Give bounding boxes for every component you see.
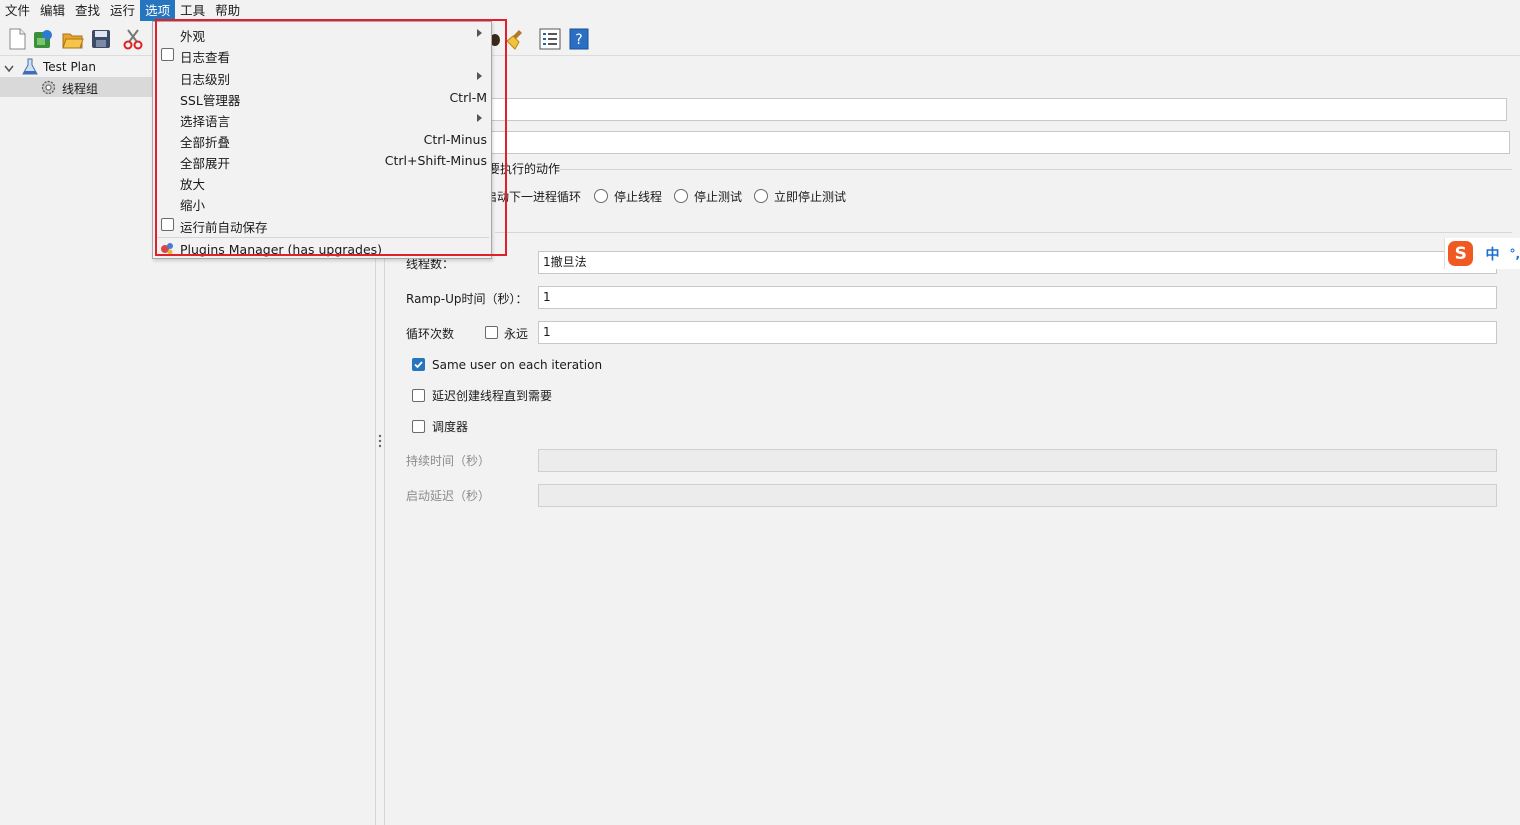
menu-options[interactable]: 选项 xyxy=(140,0,176,21)
menu-item-ssl-manager[interactable]: SSL管理器 Ctrl-M xyxy=(153,87,491,108)
save-icon[interactable] xyxy=(89,27,113,51)
menu-item-collapse-all[interactable]: 全部折叠 Ctrl-Minus xyxy=(153,129,491,150)
ime-punct-label[interactable]: °, xyxy=(1509,247,1520,261)
menu-item-log-level[interactable]: 日志级别 xyxy=(153,66,491,87)
save-before-run-checkbox[interactable] xyxy=(161,218,174,231)
options-dropdown-menu: 外观 日志查看 日志级别 SSL管理器 Ctrl-M 选择语言 全部折叠 Ctr… xyxy=(152,21,492,259)
broom-icon[interactable] xyxy=(505,27,529,51)
sogou-logo-icon[interactable]: S xyxy=(1448,241,1474,266)
radio-stop-thread-label[interactable]: 停止线程 xyxy=(614,189,662,205)
same-user-checkbox[interactable] xyxy=(412,358,425,371)
radio-stop-test[interactable] xyxy=(674,189,688,203)
radio-stop-now[interactable] xyxy=(754,189,768,203)
plugins-manager-icon xyxy=(160,242,174,259)
same-user-label[interactable]: Same user on each iteration xyxy=(432,357,602,373)
drag-handle-icon[interactable] xyxy=(378,434,382,451)
rampup-input[interactable]: 1 xyxy=(538,286,1497,309)
test-plan-icon xyxy=(22,58,38,79)
open-icon[interactable] xyxy=(61,27,85,51)
scheduler-label[interactable]: 调度器 xyxy=(432,419,468,435)
forever-checkbox[interactable] xyxy=(485,326,498,339)
menu-separator xyxy=(155,237,489,238)
loop-count-label: 循环次数 xyxy=(406,327,455,341)
menu-item-appearance[interactable]: 外观 xyxy=(153,23,491,44)
radio-stop-thread[interactable] xyxy=(594,189,608,203)
tree-item-label: 线程组 xyxy=(62,82,99,96)
menu-edit[interactable]: 编辑 xyxy=(35,0,70,21)
startup-delay-label: 启动延迟（秒） xyxy=(406,489,491,503)
menu-item-expand-all[interactable]: 全部展开 Ctrl+Shift-Minus xyxy=(153,150,491,171)
gear-icon xyxy=(40,79,57,99)
submenu-arrow-icon xyxy=(477,114,482,122)
radio-stop-test-label[interactable]: 停止测试 xyxy=(694,189,742,205)
submenu-arrow-icon xyxy=(477,72,482,80)
function-list-icon[interactable] xyxy=(538,27,562,51)
menu-file[interactable]: 文件 xyxy=(0,0,35,21)
ime-mode-label[interactable]: 中 xyxy=(1485,244,1499,264)
scheduler-checkbox[interactable] xyxy=(412,420,425,433)
section-divider xyxy=(560,169,1512,170)
duration-label: 持续时间（秒） xyxy=(406,454,491,468)
threads-input[interactable]: 1撤旦法 xyxy=(538,251,1497,274)
radio-stop-now-label[interactable]: 立即停止测试 xyxy=(774,189,846,205)
expand-chevron-icon[interactable] xyxy=(4,62,14,76)
delay-thread-checkbox[interactable] xyxy=(412,389,425,402)
startup-delay-input[interactable] xyxy=(538,484,1497,507)
menu-run[interactable]: 运行 xyxy=(105,0,140,21)
help-icon[interactable]: ? xyxy=(567,27,591,51)
radio-next-loop-label[interactable]: 启动下一进程循环 xyxy=(485,189,581,205)
svg-text:?: ? xyxy=(575,32,582,48)
cut-icon[interactable] xyxy=(121,27,145,51)
thread-group-panel: 要执行的动作 启动下一进程循环 停止线程 停止测试 立即停止测试 线程数： 1撤… xyxy=(385,57,1520,825)
comments-field[interactable] xyxy=(490,131,1510,154)
menu-item-plugins-manager[interactable]: Plugins Manager (has upgrades) xyxy=(153,239,491,260)
menu-item-log-viewer[interactable]: 日志查看 xyxy=(153,44,491,65)
delay-thread-label[interactable]: 延迟创建线程直到需要 xyxy=(432,388,552,404)
templates-icon[interactable] xyxy=(31,27,55,51)
new-icon[interactable] xyxy=(5,27,29,51)
section-divider xyxy=(495,232,1512,233)
name-field[interactable] xyxy=(490,98,1507,121)
forever-label[interactable]: 永远 xyxy=(504,326,528,342)
duration-input[interactable] xyxy=(538,449,1497,472)
rampup-label: Ramp-Up时间（秒）： xyxy=(406,292,528,306)
loop-count-input[interactable]: 1 xyxy=(538,321,1497,344)
menu-item-save-before-run[interactable]: 运行前自动保存 xyxy=(153,214,491,235)
menu-search[interactable]: 查找 xyxy=(70,0,105,21)
menu-help[interactable]: 帮助 xyxy=(210,0,245,21)
submenu-arrow-icon xyxy=(477,29,482,37)
menu-tools[interactable]: 工具 xyxy=(175,0,210,21)
action-section-title: 要执行的动作 xyxy=(488,162,561,176)
menu-item-choose-language[interactable]: 选择语言 xyxy=(153,108,491,129)
ime-toolbar: S 中 °, xyxy=(1444,238,1520,269)
menu-item-zoom-in[interactable]: 放大 xyxy=(153,171,491,192)
checkmark-icon xyxy=(414,361,423,369)
log-viewer-checkbox[interactable] xyxy=(161,48,174,61)
menu-bar: 文件 编辑 查找 运行 选项 工具 帮助 xyxy=(0,0,1520,21)
menu-item-zoom-out[interactable]: 缩小 xyxy=(153,192,491,213)
tree-item-label: Test Plan xyxy=(43,60,96,74)
